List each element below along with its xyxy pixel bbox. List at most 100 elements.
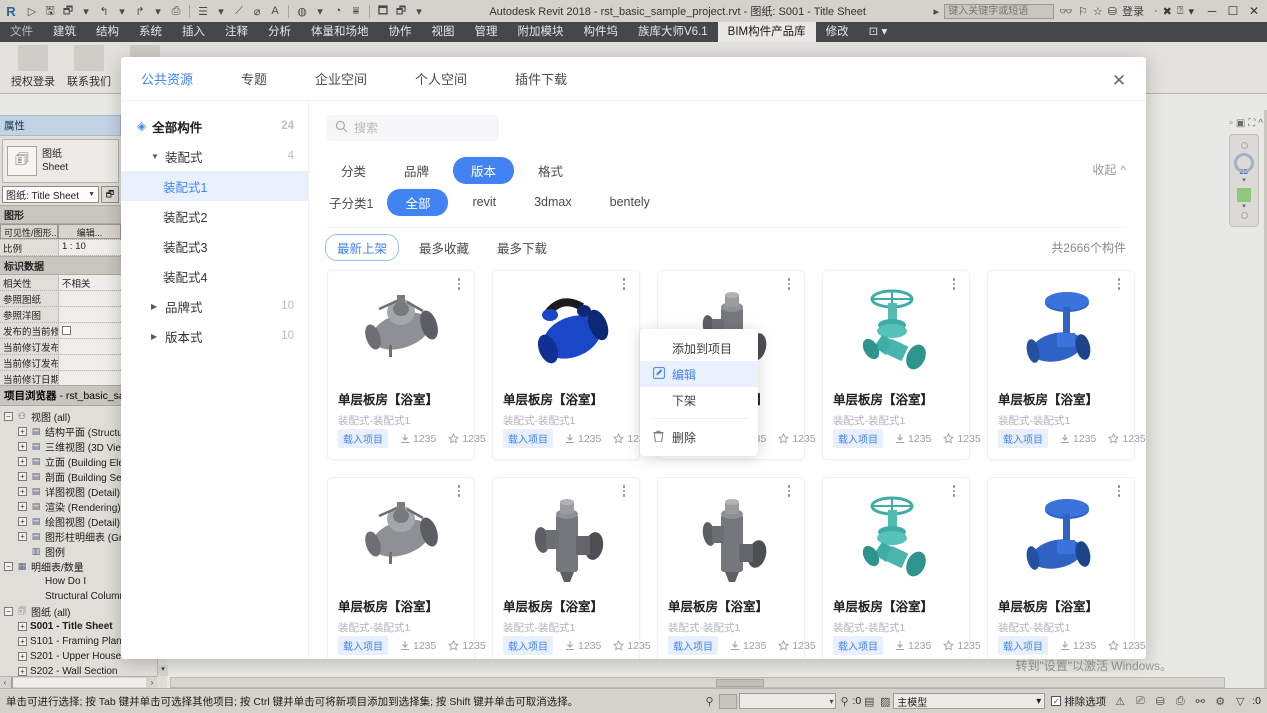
- ribbon-tab-analyze[interactable]: 分析: [258, 22, 301, 42]
- load-into-project-button[interactable]: 载入项目: [503, 429, 553, 448]
- filter-3dmax[interactable]: 3dmax: [520, 191, 586, 213]
- aligned-dimension-icon[interactable]: ⟋: [231, 3, 247, 19]
- card-more-menu-button[interactable]: [617, 482, 631, 500]
- sort-newest[interactable]: 最新上架: [325, 234, 399, 261]
- sort-most-favorited[interactable]: 最多收藏: [419, 238, 469, 257]
- zoom-region-icon[interactable]: [1237, 188, 1251, 202]
- load-into-project-button[interactable]: 载入项目: [998, 429, 1048, 448]
- property-row-current-rev-issued[interactable]: 发布的当前修...: [0, 323, 121, 339]
- ribbon-tab-structure[interactable]: 结构: [86, 22, 129, 42]
- model-updates-icon[interactable]: ▤: [861, 695, 877, 708]
- ribbon-tab-architecture[interactable]: 建筑: [43, 22, 86, 42]
- properties-type-preview[interactable]: 🗊 图纸 Sheet: [2, 139, 119, 183]
- status-small-button[interactable]: [719, 694, 737, 709]
- filter-brand[interactable]: 品牌: [390, 157, 443, 184]
- load-into-project-button[interactable]: 载入项目: [998, 636, 1048, 655]
- tree-item-brand[interactable]: ▶ 品牌式 10: [121, 291, 308, 321]
- dimension-icon[interactable]: ⌀: [249, 3, 265, 19]
- collapse-icon[interactable]: −: [4, 607, 13, 616]
- chevron-right-icon[interactable]: ▶: [151, 302, 163, 311]
- worksets-icon[interactable]: ⛁: [1152, 695, 1168, 708]
- component-card[interactable]: 单层板房【浴室】 装配式-装配式1 载入项目 1235 1235: [987, 270, 1135, 460]
- expand-icon[interactable]: +: [18, 442, 27, 451]
- collapse-icon[interactable]: −: [4, 562, 13, 571]
- save-as-icon[interactable]: 🗗: [60, 3, 76, 19]
- status-filter-input[interactable]: ▾: [739, 693, 836, 709]
- load-into-project-button[interactable]: 载入项目: [338, 429, 388, 448]
- property-value[interactable]: [58, 307, 121, 322]
- text-icon[interactable]: A: [267, 3, 283, 19]
- property-value[interactable]: [58, 355, 121, 370]
- card-more-menu-button[interactable]: [947, 482, 961, 500]
- component-card[interactable]: 单层板房【浴室】 装配式-装配式1 载入项目 1235 1235: [492, 270, 640, 460]
- ribbon-tab-insert[interactable]: 插入: [172, 22, 215, 42]
- steering-wheel-icon[interactable]: [1234, 153, 1254, 173]
- expand-icon[interactable]: +: [18, 427, 27, 436]
- ribbon-tab-massing-site[interactable]: 体量和场地: [301, 22, 379, 42]
- expand-icon[interactable]: +: [18, 517, 27, 526]
- binoculars-icon[interactable]: 👓: [1059, 5, 1073, 18]
- caret-2-icon[interactable]: ▾: [1188, 5, 1194, 18]
- load-into-project-button[interactable]: 载入项目: [503, 636, 553, 655]
- tab-topics[interactable]: 专题: [241, 69, 267, 88]
- section-icon[interactable]: ◔: [330, 3, 346, 19]
- star-icon[interactable]: ☆: [1093, 5, 1103, 18]
- component-card[interactable]: 单层板房【浴室】 装配式-装配式1 载入项目 1235 1235: [327, 270, 475, 460]
- ribbon-tab-manage[interactable]: 管理: [465, 22, 508, 42]
- sort-most-downloaded[interactable]: 最多下载: [497, 238, 547, 257]
- qat-caret-3-icon[interactable]: ▾: [150, 3, 166, 19]
- filter-subcategory-1[interactable]: 子分类1: [327, 189, 385, 216]
- property-value[interactable]: [58, 339, 121, 354]
- property-row-ref-sheet[interactable]: 参照图纸: [0, 291, 121, 307]
- card-more-menu-button[interactable]: [452, 482, 466, 500]
- expand-icon[interactable]: +: [18, 472, 27, 481]
- ribbon-tab-family-master[interactable]: 族库大师V6.1: [628, 22, 718, 42]
- revit-logo-icon[interactable]: R: [0, 4, 22, 19]
- card-more-menu-button[interactable]: [782, 275, 796, 293]
- tree-item-prefab-2[interactable]: 装配式2: [121, 201, 308, 231]
- card-more-menu-button[interactable]: [1112, 275, 1126, 293]
- component-card[interactable]: 单层板房【浴室】 装配式-装配式1 载入项目 1235 1235: [987, 477, 1135, 659]
- tree-item-prefab-1[interactable]: 装配式1: [121, 171, 308, 201]
- expand-icon[interactable]: +: [18, 532, 27, 541]
- gear-icon[interactable]: ⚙: [1212, 695, 1228, 708]
- collapse-filters-button[interactable]: 收起 ^: [1092, 161, 1126, 178]
- link-icon[interactable]: ⚯: [1192, 695, 1208, 708]
- property-row-dependency[interactable]: 相关性 不相关: [0, 275, 121, 291]
- card-more-menu-button[interactable]: [452, 275, 466, 293]
- property-value[interactable]: 不相关: [58, 275, 121, 290]
- undo-icon[interactable]: ↰: [96, 3, 112, 19]
- ribbon-tab-file[interactable]: 文件: [0, 22, 43, 42]
- tree-item-prefab-3[interactable]: 装配式3: [121, 231, 308, 261]
- properties-type-selector[interactable]: 图纸: Title Sheet ▼: [2, 186, 99, 203]
- tab-public-resources[interactable]: 公共资源: [141, 69, 193, 88]
- load-into-project-button[interactable]: 载入项目: [338, 636, 388, 655]
- open-icon[interactable]: ▷: [24, 3, 40, 19]
- context-menu-add-to-project[interactable]: 添加到项目: [640, 335, 758, 361]
- wheel-top-handle[interactable]: [1241, 142, 1248, 149]
- property-row-scale[interactable]: 比例 1 : 10: [0, 240, 121, 256]
- save-icon[interactable]: 🖫: [42, 3, 58, 19]
- tab-personal-space[interactable]: 个人空间: [415, 69, 467, 88]
- context-menu-edit[interactable]: 编辑: [640, 361, 758, 387]
- checkbox-checked-icon[interactable]: ✓: [1051, 696, 1061, 706]
- property-row-rev-issued-to[interactable]: 当前修订发布...: [0, 339, 121, 355]
- expand-icon[interactable]: +: [18, 667, 27, 676]
- tree-item-prefab[interactable]: ▼ 装配式 4: [121, 141, 308, 171]
- ribbon-tab-systems[interactable]: 系统: [129, 22, 172, 42]
- unlock-icon[interactable]: ⛶: [1248, 118, 1255, 129]
- minimize-icon[interactable]: ─: [1204, 4, 1220, 18]
- steering-wheel-panel[interactable]: 2D ▾ ▾: [1229, 134, 1259, 227]
- account-icon[interactable]: ⛁: [1108, 5, 1117, 18]
- ribbon-overflow-caret-icon[interactable]: ⊡ ▾: [859, 22, 898, 42]
- canvas-horizontal-scrollbar[interactable]: [170, 677, 1225, 688]
- card-more-menu-button[interactable]: [782, 482, 796, 500]
- edit-type-button[interactable]: 🗗: [101, 186, 119, 203]
- checkbox[interactable]: [62, 326, 71, 335]
- filter-icon[interactable]: ▽: [1232, 695, 1248, 708]
- card-more-menu-button[interactable]: [617, 275, 631, 293]
- close-hidden-windows-icon[interactable]: 🗖: [375, 3, 391, 19]
- qat-caret-6-icon[interactable]: ▾: [411, 3, 427, 19]
- chevron-down-icon[interactable]: ▼: [151, 152, 163, 161]
- expand-icon[interactable]: +: [18, 502, 27, 511]
